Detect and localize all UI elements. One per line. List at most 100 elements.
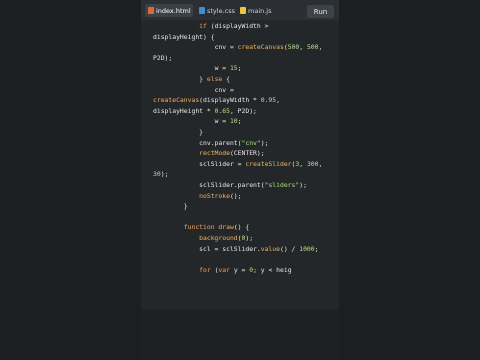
code-line: cnv =	[153, 85, 339, 95]
tab-main-js[interactable]: main.js	[237, 4, 275, 17]
code-token: 1000	[299, 244, 315, 253]
code-line: cnv.parent("cnv");	[153, 138, 339, 148]
code-token: scl = sclSlider.	[199, 244, 261, 253]
code-token: (displayWidth >	[206, 22, 269, 30]
code-token: 500	[287, 43, 300, 52]
code-token: 15	[229, 64, 238, 73]
tab-index-html[interactable]: index.html	[145, 4, 193, 17]
code-token: ;	[314, 244, 319, 253]
code-line: rectMode(CENTER);	[153, 148, 339, 158]
code-line: 30);	[153, 169, 339, 179]
code-token: }	[183, 202, 188, 211]
code-line: background(0);	[153, 233, 339, 243]
code-token: w =	[214, 117, 230, 126]
code-token: createCanvas	[153, 96, 200, 105]
code-token: var	[218, 265, 230, 274]
code-token: function	[183, 223, 215, 232]
code-token: sclSlider.parent(	[199, 181, 265, 189]
code-token: "sliders"	[264, 181, 300, 189]
code-line: displayHeight) {	[153, 32, 339, 42]
code-token: background	[199, 234, 238, 242]
code-token: 10	[229, 117, 238, 126]
code-token: ,	[276, 96, 280, 105]
code-token: draw	[218, 223, 234, 232]
tab-label: main.js	[248, 6, 272, 15]
code-token: ;	[237, 117, 242, 126]
code-token: ,	[318, 159, 323, 168]
code-editor[interactable]: if (displayWidth > displayHeight) { cnv =…	[141, 20, 339, 310]
code-token: ,	[318, 43, 323, 52]
code-line: scl = sclSlider.value() / 1000;	[153, 244, 339, 254]
code-token: );	[299, 181, 307, 189]
code-token: noStroke	[199, 191, 230, 200]
code-line: displayHeight * 0.65, P2D);	[153, 106, 339, 116]
code-token: rectMode	[199, 149, 230, 158]
code-line: sclSlider = createSlider(3, 300,	[153, 159, 339, 169]
code-token: createCanvas	[237, 43, 284, 52]
code-line: function draw() {	[153, 222, 339, 232]
code-token: () {	[233, 223, 250, 232]
code-line: noStroke();	[153, 191, 339, 201]
code-token: w =	[214, 64, 230, 73]
code-token: , P2D);	[229, 106, 257, 115]
mobile-editor-screen: index.html style.css main.js Run if (dis…	[141, 0, 339, 360]
code-token: createSlider	[245, 159, 292, 168]
code-line: } else {	[153, 74, 339, 84]
js-file-icon	[240, 7, 246, 14]
code-line: P2D);	[153, 53, 339, 63]
tab-style-css[interactable]: style.css	[196, 4, 235, 17]
code-token: displayHeight *	[153, 106, 215, 115]
code-token: 0.95	[260, 96, 277, 105]
code-token: 0.65	[214, 106, 230, 115]
tab-label: index.html	[156, 6, 191, 15]
code-line: w = 10;	[153, 116, 339, 126]
code-line: }	[153, 201, 339, 211]
editor-tab-bar: index.html style.css main.js Run	[141, 0, 339, 20]
code-token: );	[245, 234, 254, 242]
css-file-icon	[199, 7, 205, 14]
tab-label: style.css	[207, 6, 235, 15]
code-token: ; y < heig	[253, 265, 292, 274]
code-token: for	[199, 265, 211, 274]
code-line: sclSlider.parent("sliders");	[153, 180, 339, 190]
code-line: cnv = createCanvas(500, 500,	[153, 42, 339, 52]
code-token: cnv =	[214, 43, 238, 52]
code-line: createCanvas(displayWidth * 0.95,	[153, 95, 339, 105]
code-token: cnv =	[214, 85, 234, 94]
code-token: cnv.parent(	[199, 138, 242, 147]
code-token: (displayWidth *	[199, 96, 261, 105]
left-backdrop	[0, 0, 141, 360]
right-backdrop	[339, 0, 480, 360]
code-token: () /	[279, 244, 300, 253]
code-token: }	[199, 128, 204, 136]
code-token: 300	[306, 159, 319, 168]
code-token: ();	[229, 191, 242, 200]
code-token: (CENTER);	[229, 149, 265, 158]
code-token: 500	[306, 43, 319, 52]
code-token: y =	[229, 265, 250, 274]
code-token: ;	[237, 64, 242, 73]
run-button[interactable]: Run	[307, 5, 334, 18]
code-token: ,	[299, 159, 307, 168]
code-token: }	[199, 75, 207, 83]
code-token: );	[260, 138, 269, 147]
code-line: for (var y = 0; y < heig	[153, 265, 339, 275]
